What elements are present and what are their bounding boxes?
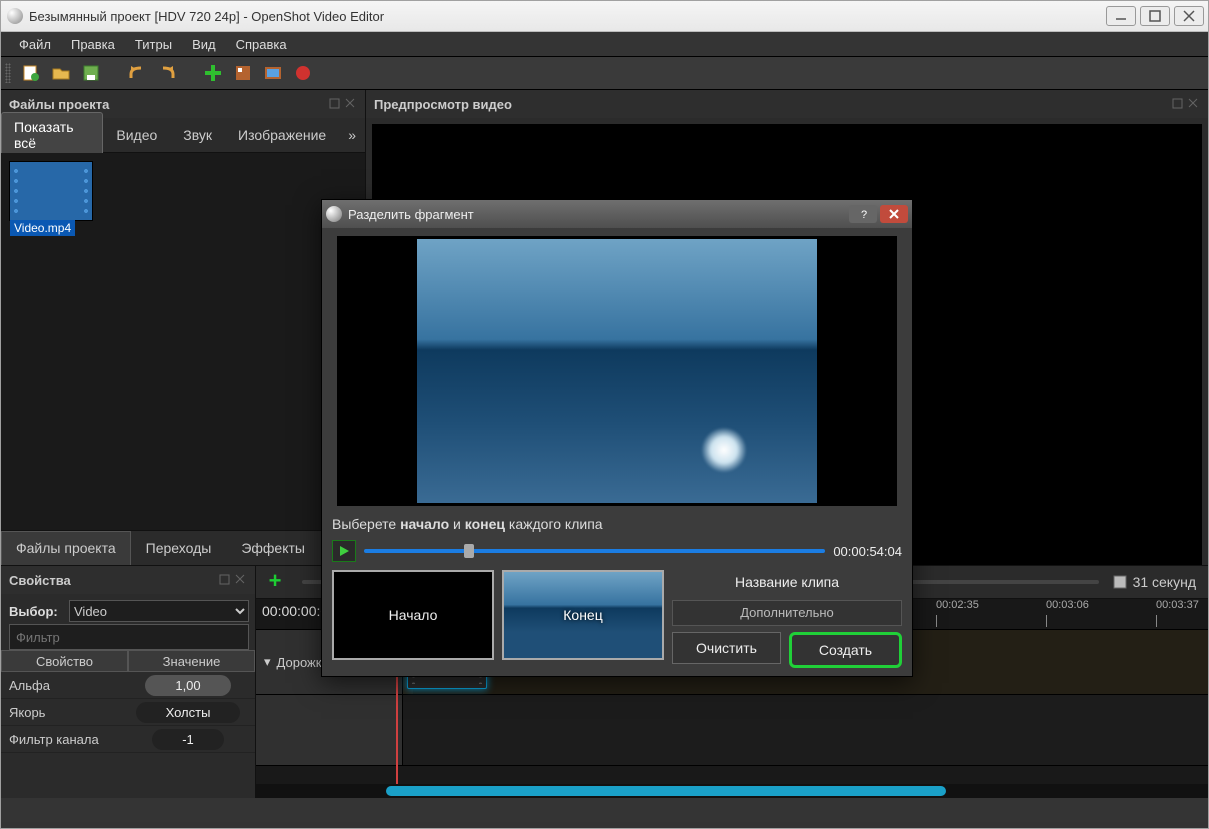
toolbar-grip[interactable] — [5, 63, 11, 83]
dialog-time: 00:00:54:04 — [833, 544, 902, 559]
tab-project-files[interactable]: Файлы проекта — [1, 531, 131, 565]
dialog-title: Разделить фрагмент — [348, 207, 846, 222]
timeline-track-empty[interactable] — [256, 695, 1208, 766]
timeline-scrollbar[interactable] — [256, 784, 1208, 798]
menu-view[interactable]: Вид — [182, 34, 226, 55]
svg-text:?: ? — [861, 209, 867, 220]
export-icon[interactable] — [293, 63, 313, 83]
prop-row: Фильтр канала -1 — [1, 726, 255, 753]
prop-channel-value[interactable]: -1 — [152, 729, 224, 750]
menu-file[interactable]: Файл — [9, 34, 61, 55]
prop-anchor-value[interactable]: Холсты — [136, 702, 241, 723]
close-button[interactable] — [1174, 6, 1204, 26]
filter-audio-tab[interactable]: Звук — [170, 120, 225, 150]
dialog-instruction: Выберете начало и конец каждого клипа — [330, 512, 904, 540]
import-file-icon[interactable] — [203, 63, 223, 83]
window-title: Безымянный проект [HDV 720 24p] - OpenSh… — [29, 9, 1106, 24]
filter-all-tab[interactable]: Показать всё — [1, 112, 103, 158]
filter-more[interactable]: » — [339, 120, 365, 150]
selection-label: Выбор: — [1, 604, 69, 619]
undock-icon[interactable] — [329, 98, 341, 110]
clip-name-label: Название клипа — [672, 570, 902, 594]
dialog-help-button[interactable]: ? — [849, 205, 877, 223]
prop-alpha-value[interactable]: 1,00 — [145, 675, 230, 696]
profile-icon[interactable] — [233, 63, 253, 83]
project-files-title: Файлы проекта — [9, 97, 109, 112]
dialog-icon — [326, 206, 342, 222]
dialog-seek-slider[interactable] — [364, 549, 825, 553]
tab-effects[interactable]: Эффекты — [226, 531, 320, 565]
split-clip-dialog: Разделить фрагмент ? Выберете начало и к… — [321, 199, 913, 677]
app-icon — [7, 8, 23, 24]
redo-icon[interactable] — [157, 63, 177, 83]
minimize-button[interactable] — [1106, 6, 1136, 26]
status-bar — [1, 798, 1208, 822]
dialog-play-button[interactable] — [332, 540, 356, 562]
menu-titles[interactable]: Титры — [125, 34, 182, 55]
save-project-icon[interactable] — [81, 63, 101, 83]
close-props-icon[interactable] — [235, 574, 247, 586]
main-toolbar — [1, 57, 1208, 90]
dialog-close-button[interactable] — [880, 205, 908, 223]
add-track-button[interactable]: + — [262, 569, 288, 595]
open-project-icon[interactable] — [51, 63, 71, 83]
clip-name-input[interactable]: Дополнительно — [672, 600, 902, 626]
create-button[interactable]: Создать — [789, 632, 902, 668]
filter-image-tab[interactable]: Изображение — [225, 120, 339, 150]
tab-transitions[interactable]: Переходы — [131, 531, 227, 565]
menu-edit[interactable]: Правка — [61, 34, 125, 55]
start-frame-box[interactable]: Начало — [332, 570, 494, 660]
close-preview-icon[interactable] — [1188, 98, 1200, 110]
undo-icon[interactable] — [127, 63, 147, 83]
maximize-button[interactable] — [1140, 6, 1170, 26]
filter-video-tab[interactable]: Видео — [103, 120, 170, 150]
filter-input[interactable] — [9, 624, 249, 650]
fullscreen-icon[interactable] — [263, 63, 283, 83]
project-file-name: Video.mp4 — [10, 220, 75, 236]
new-project-icon[interactable] — [21, 63, 41, 83]
preview-title: Предпросмотр видео — [374, 97, 512, 112]
prop-header-value: Значение — [128, 650, 255, 672]
prop-row: Якорь Холсты — [1, 699, 255, 726]
undock-props-icon[interactable] — [219, 574, 231, 586]
close-panel-icon[interactable] — [345, 98, 357, 110]
clear-button[interactable]: Очистить — [672, 632, 781, 664]
menu-bar: Файл Правка Титры Вид Справка — [1, 32, 1208, 57]
properties-panel: Свойства Выбор: Video Свойство Значение — [1, 566, 256, 798]
undock-preview-icon[interactable] — [1172, 98, 1184, 110]
properties-title: Свойства — [9, 573, 71, 588]
end-frame-box[interactable]: Конец — [502, 570, 664, 660]
menu-help[interactable]: Справка — [226, 34, 297, 55]
zoom-label: 31 секунд — [1133, 574, 1202, 590]
prop-header-key: Свойство — [1, 650, 128, 672]
selection-dropdown[interactable]: Video — [69, 600, 249, 622]
dialog-preview — [337, 236, 897, 506]
project-files-panel: Файлы проекта Показать всё Видео Звук Из… — [1, 90, 366, 565]
project-file-thumbnail[interactable]: Video.mp4 — [9, 161, 93, 221]
prop-row: Альфа 1,00 — [1, 672, 255, 699]
window-titlebar: Безымянный проект [HDV 720 24p] - OpenSh… — [1, 1, 1208, 32]
snap-icon[interactable] — [1113, 575, 1127, 589]
